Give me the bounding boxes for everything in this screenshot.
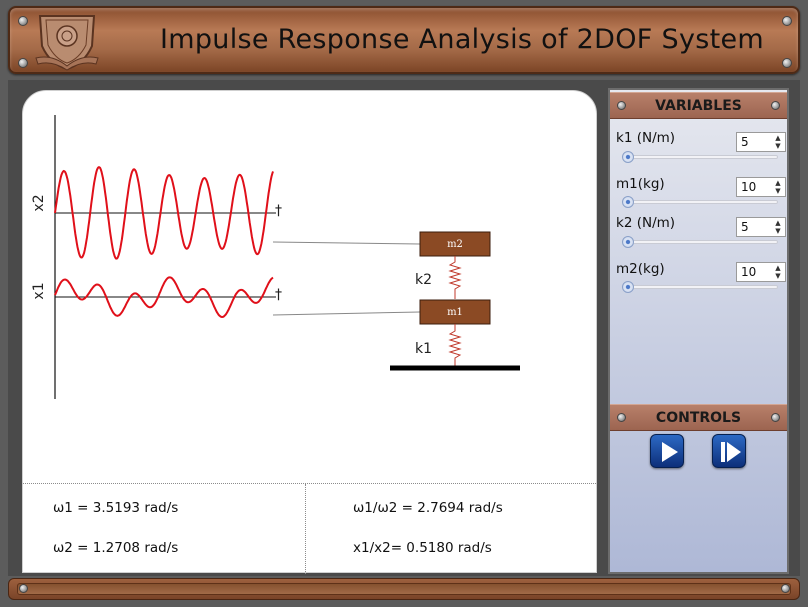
rivet-icon — [19, 584, 28, 593]
spring-k2 — [448, 256, 462, 299]
omega1-readout: ω1 = 3.5193 rad/s — [53, 500, 179, 516]
omega-ratio-readout: ω1/ω2 = 2.7694 rad/s — [353, 500, 503, 516]
rivet-icon — [771, 101, 780, 110]
k2-value: 5 — [741, 220, 749, 234]
side-panel: VARIABLES k1 (N/m) 5 ▲ ▼ m1(kg) 10 ▲ ▼ k2 … — [608, 88, 789, 574]
spinner-arrows-icon[interactable]: ▲ ▼ — [773, 179, 783, 195]
m1-connector-line — [272, 311, 421, 316]
footer-groove — [17, 583, 791, 595]
m2-connector-line — [272, 241, 421, 245]
x1-marker: † — [275, 287, 282, 303]
mass-m1-label: m1 — [447, 307, 463, 318]
x2-axis-label: x2 — [31, 194, 47, 211]
title-bar: Impulse Response Analysis of 2DOF System — [8, 6, 800, 74]
results-divider — [305, 484, 306, 574]
step-forward-button[interactable] — [712, 434, 746, 468]
play-icon — [662, 442, 678, 462]
omega2-readout: ω2 = 1.2708 rad/s — [53, 540, 179, 556]
institution-seal-icon — [35, 15, 99, 71]
footer-bar — [8, 578, 800, 600]
results-panel: ω1 = 3.5193 rad/s ω2 = 1.2708 rad/s ω1/ω… — [23, 483, 596, 574]
rivet-icon — [617, 101, 626, 110]
m1-value: 10 — [741, 180, 757, 194]
m2-label: m2(kg) — [616, 261, 665, 277]
spinner-arrows-icon[interactable]: ▲ ▼ — [773, 219, 783, 235]
step-forward-icon — [721, 442, 741, 462]
k2-spinner[interactable]: 5 ▲ ▼ — [736, 217, 786, 237]
k2-slider-thumb[interactable] — [622, 236, 634, 248]
spring-k1 — [448, 324, 462, 367]
m1-slider-thumb[interactable] — [622, 196, 634, 208]
m2-slider-thumb[interactable] — [622, 281, 634, 293]
variables-header: VARIABLES — [610, 92, 787, 119]
play-button[interactable] — [650, 434, 684, 468]
k1-slider-thumb[interactable] — [622, 151, 634, 163]
controls-header: CONTROLS — [610, 404, 787, 431]
k1-spinner[interactable]: 5 ▲ ▼ — [736, 132, 786, 152]
simulation-panel: x2 x1 † † m2 k2 m1 k1 ω1 = 3.5193 rad/s … — [22, 90, 597, 574]
spring-k2-label: k2 — [415, 272, 432, 288]
spinner-arrows-icon[interactable]: ▲ ▼ — [773, 264, 783, 280]
m2-spinner[interactable]: 10 ▲ ▼ — [736, 262, 786, 282]
rivet-icon — [18, 16, 28, 26]
variables-header-label: VARIABLES — [655, 98, 742, 114]
rivet-icon — [771, 413, 780, 422]
k1-slider-track[interactable] — [624, 155, 778, 159]
k1-label: k1 (N/m) — [616, 130, 676, 146]
rivet-icon — [781, 584, 790, 593]
m1-slider-track[interactable] — [624, 200, 778, 204]
spring-k1-label: k1 — [415, 341, 432, 357]
k1-value: 5 — [741, 135, 749, 149]
k2-label: k2 (N/m) — [616, 215, 676, 231]
response-plot: x2 x1 † † m2 k2 m1 k1 — [31, 115, 520, 399]
controls-header-label: CONTROLS — [655, 410, 742, 426]
rivet-icon — [18, 58, 28, 68]
rivet-icon — [617, 413, 626, 422]
mass-m2-label: m2 — [447, 239, 463, 250]
x2-marker: † — [275, 203, 282, 219]
m1-label: m1(kg) — [616, 176, 665, 192]
m2-slider-track[interactable] — [624, 285, 778, 289]
k2-slider-track[interactable] — [624, 240, 778, 244]
spinner-arrows-icon[interactable]: ▲ ▼ — [773, 134, 783, 150]
m1-spinner[interactable]: 10 ▲ ▼ — [736, 177, 786, 197]
m2-value: 10 — [741, 265, 757, 279]
page-title: Impulse Response Analysis of 2DOF System — [160, 24, 764, 55]
amplitude-ratio-readout: x1/x2= 0.5180 rad/s — [353, 540, 492, 556]
x1-axis-label: x1 — [31, 282, 47, 299]
